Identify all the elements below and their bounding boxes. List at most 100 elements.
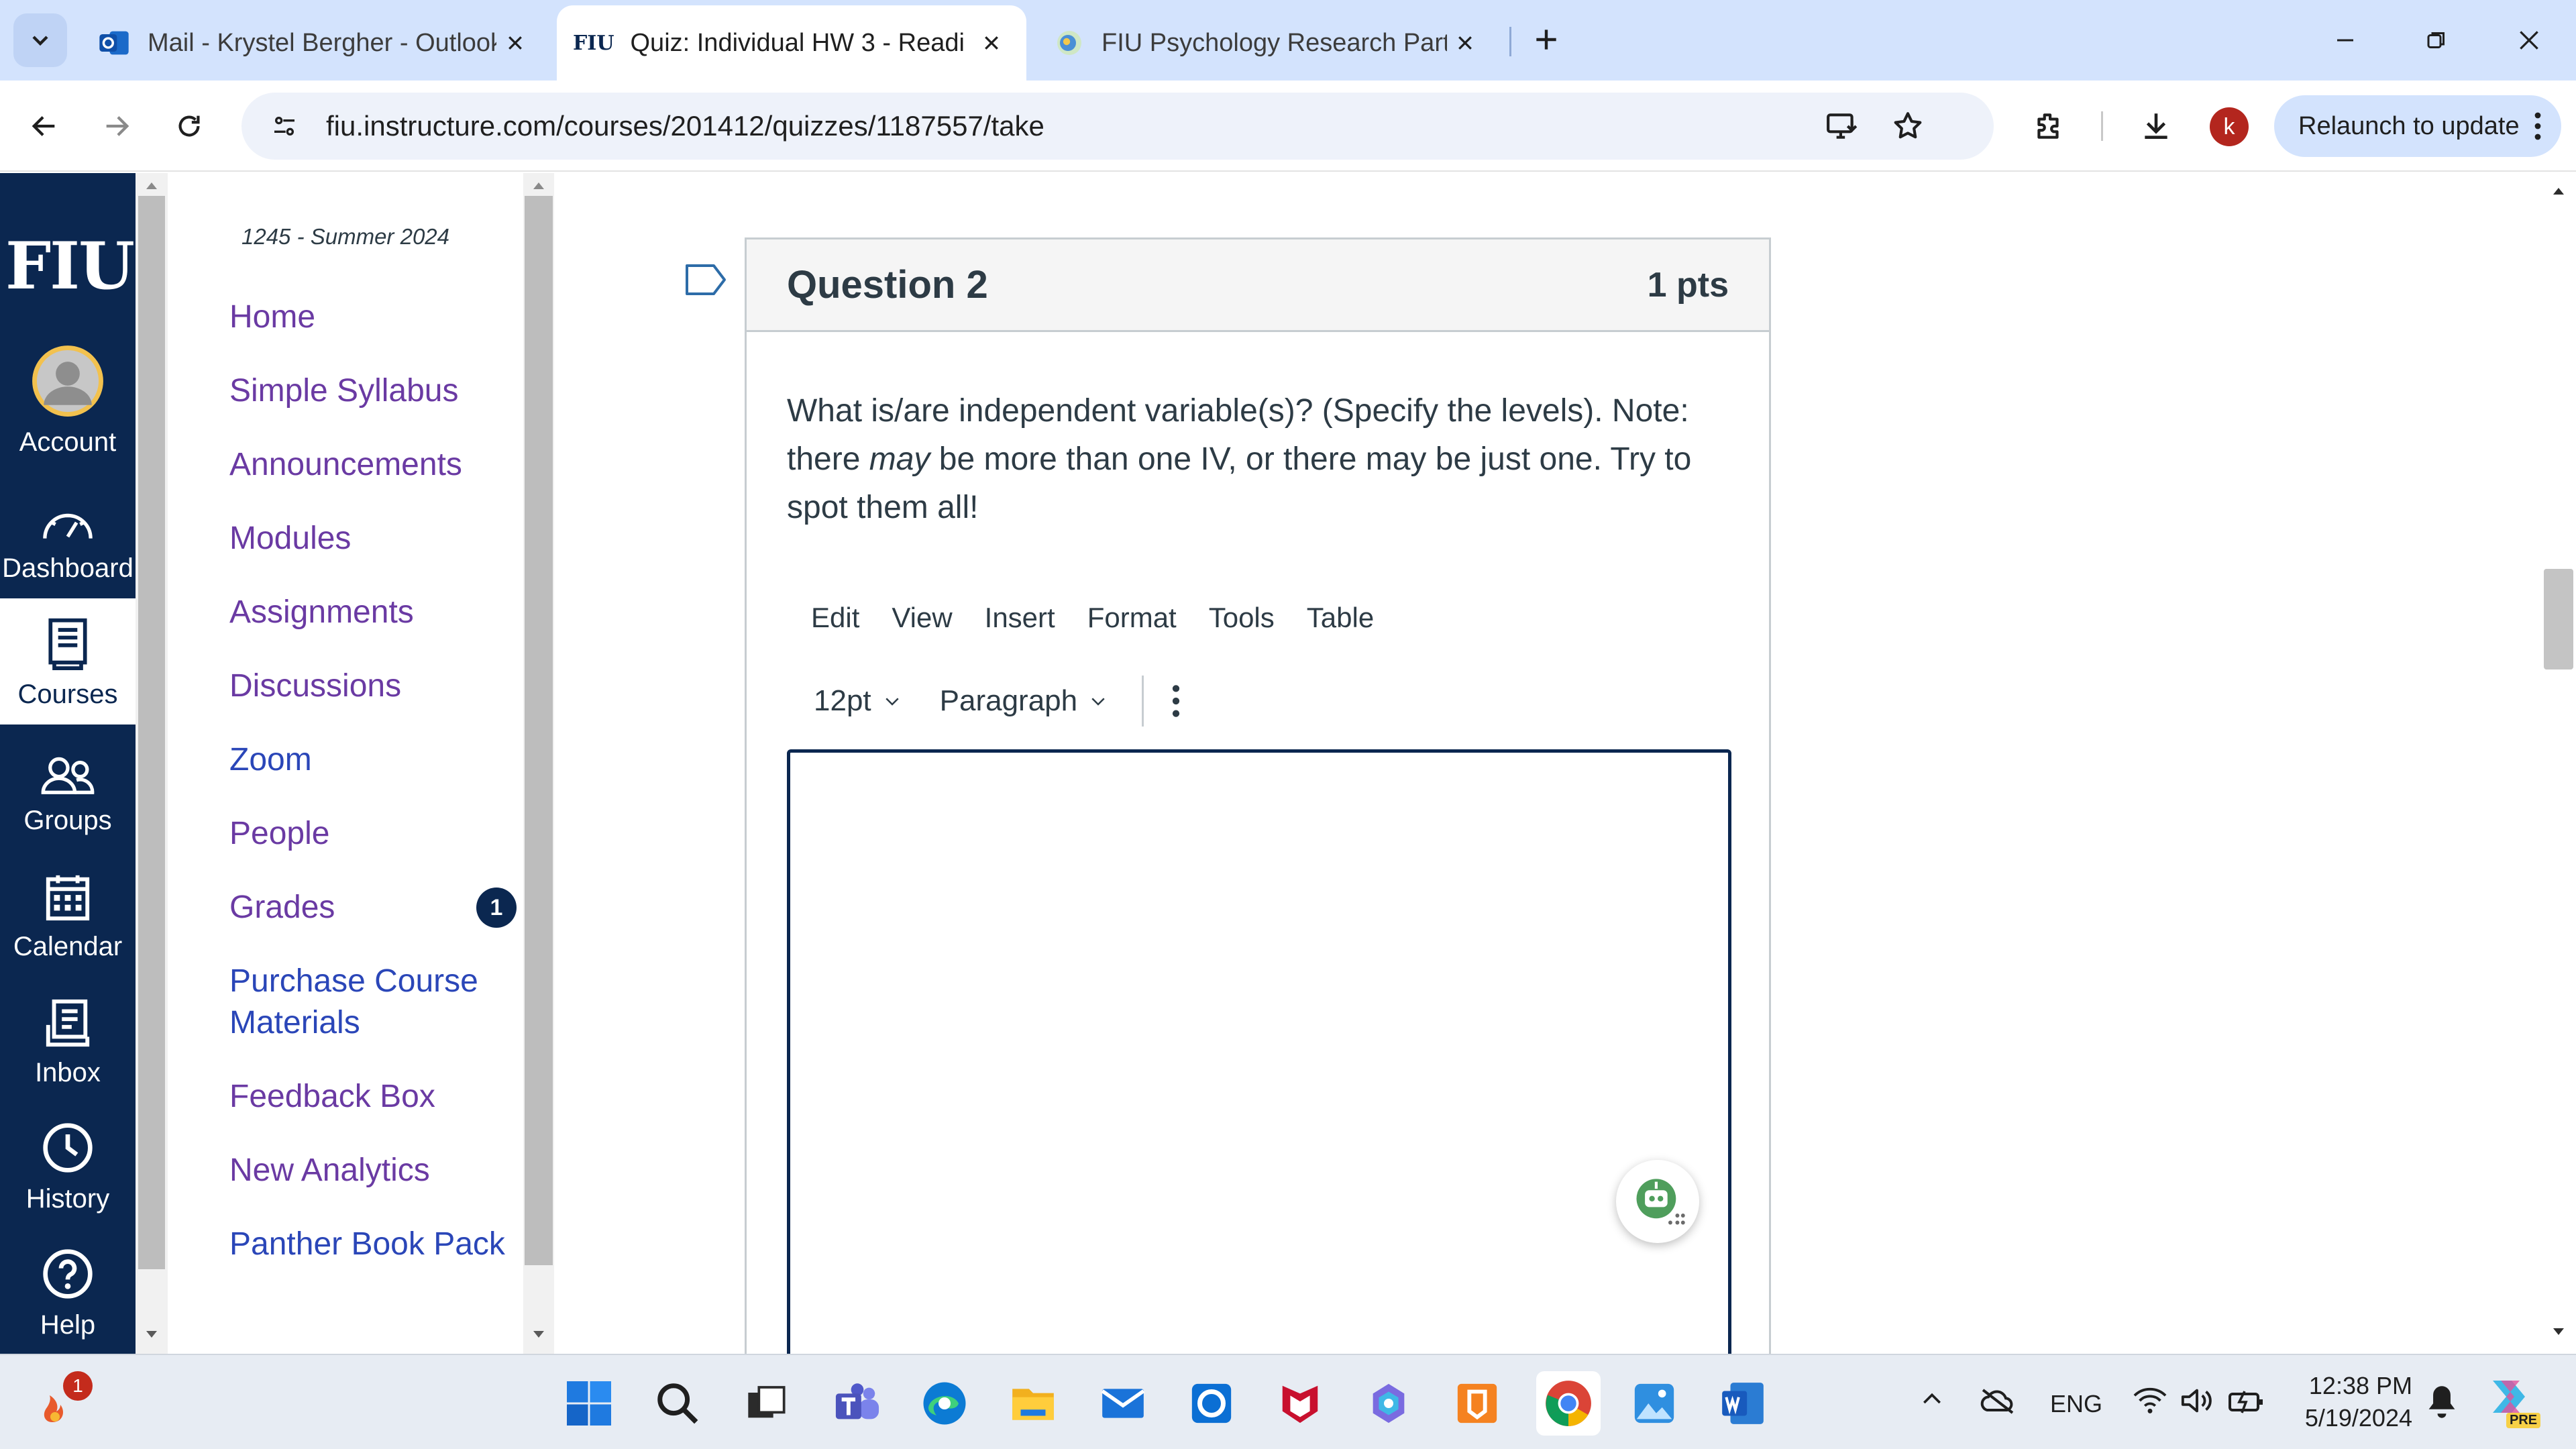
chrome-icon[interactable] xyxy=(1536,1371,1601,1436)
tab-quiz[interactable]: FIU Quiz: Individual HW 3 - Reading xyxy=(557,5,1026,80)
scroll-up-arrow-icon[interactable] xyxy=(144,180,160,191)
course-nav-zoom[interactable]: Zoom xyxy=(229,739,312,781)
scroll-down-arrow-icon[interactable] xyxy=(144,1330,160,1340)
extensions-button[interactable] xyxy=(2023,101,2074,152)
course-nav-grades[interactable]: Grades xyxy=(229,887,335,928)
menu-view[interactable]: View xyxy=(892,602,952,634)
assistant-bot-button[interactable] xyxy=(1616,1160,1699,1243)
scroll-down-arrow-icon[interactable] xyxy=(531,1330,547,1340)
block-format-dropdown[interactable]: Paragraph xyxy=(940,684,1108,718)
minimize-button[interactable] xyxy=(2305,7,2385,74)
wifi-icon[interactable] xyxy=(2133,1386,2167,1415)
copilot-icon[interactable] xyxy=(1360,1375,1417,1432)
account-avatar-icon xyxy=(31,344,105,418)
course-nav-simple-syllabus[interactable]: Simple Syllabus xyxy=(229,370,458,412)
answer-rich-text-editor[interactable] xyxy=(787,749,1731,1354)
search-icon[interactable] xyxy=(649,1375,706,1432)
more-vert-icon[interactable] xyxy=(1171,682,1181,720)
office-icon[interactable] xyxy=(1449,1375,1505,1432)
file-explorer-icon[interactable] xyxy=(1005,1375,1061,1432)
battery-icon[interactable] xyxy=(2227,1386,2265,1415)
fiu-logo[interactable]: FIU xyxy=(5,228,135,304)
site-info-icon[interactable] xyxy=(258,99,311,153)
cortana-icon[interactable] xyxy=(1183,1375,1240,1432)
global-nav-label: Courses xyxy=(17,680,118,709)
course-nav-people[interactable]: People xyxy=(229,813,329,855)
profile-avatar[interactable]: k xyxy=(2210,107,2249,146)
reload-icon xyxy=(178,115,200,137)
close-tab-icon[interactable] xyxy=(973,24,1010,62)
global-nav-courses[interactable]: Courses xyxy=(0,598,136,724)
course-nav-assignments[interactable]: Assignments xyxy=(229,592,414,633)
install-app-icon[interactable] xyxy=(1815,99,1869,153)
course-nav-purchase-course-materials[interactable]: Purchase Course Materials xyxy=(229,961,498,1044)
tab-sona[interactable]: FIU Psychology Research Partici xyxy=(1037,5,1500,80)
scrollbar-thumb[interactable] xyxy=(525,196,553,1265)
menu-edit[interactable]: Edit xyxy=(811,602,859,634)
close-tab-icon[interactable] xyxy=(1447,24,1484,62)
mcafee-icon[interactable] xyxy=(1272,1375,1328,1432)
downloads-button[interactable] xyxy=(2131,101,2182,152)
global-nav-dashboard[interactable]: Dashboard xyxy=(0,472,136,598)
course-nav-feedback-box[interactable]: Feedback Box xyxy=(229,1076,435,1118)
close-tab-icon[interactable] xyxy=(496,24,534,62)
global-nav-help[interactable]: Help xyxy=(0,1229,136,1355)
notification-widget[interactable]: 1 xyxy=(36,1371,93,1429)
course-nav-discussions[interactable]: Discussions xyxy=(229,665,401,707)
course-nav-panther-book-pack[interactable]: Panther Book Pack xyxy=(229,1224,505,1265)
address-bar[interactable]: fiu.instructure.com/courses/201412/quizz… xyxy=(241,93,1994,160)
scroll-up-arrow-icon[interactable] xyxy=(531,180,547,191)
menu-format[interactable]: Format xyxy=(1087,602,1177,634)
tab-outlook[interactable]: Mail - Krystel Bergher - Outlook xyxy=(80,5,550,80)
font-size-dropdown[interactable]: 12pt xyxy=(814,684,902,718)
word-icon[interactable] xyxy=(1715,1375,1771,1432)
teams-icon[interactable] xyxy=(829,1375,885,1432)
global-nav-account[interactable]: Account xyxy=(0,344,136,472)
course-nav-announcements[interactable]: Announcements xyxy=(229,444,462,486)
forward-button[interactable] xyxy=(91,101,142,152)
menu-insert[interactable]: Insert xyxy=(985,602,1055,634)
edge-icon[interactable] xyxy=(916,1375,973,1432)
question-title: Question 2 xyxy=(787,263,988,307)
new-tab-button[interactable] xyxy=(1523,16,1570,63)
menu-table[interactable]: Table xyxy=(1307,602,1374,634)
notification-bell-icon[interactable] xyxy=(2424,1383,2459,1421)
bookmark-star-icon[interactable] xyxy=(1881,99,1935,153)
photos-icon[interactable] xyxy=(1626,1375,1682,1432)
input-language[interactable]: ENG xyxy=(2050,1390,2102,1418)
task-view-icon[interactable] xyxy=(738,1375,794,1432)
volume-icon[interactable] xyxy=(2180,1386,2214,1415)
global-nav-calendar[interactable]: Calendar xyxy=(0,851,136,977)
scrollbar-thumb[interactable] xyxy=(2544,569,2573,669)
more-vert-icon[interactable] xyxy=(2532,110,2544,142)
windows-start-icon[interactable] xyxy=(561,1375,617,1432)
global-nav-scrollbar[interactable] xyxy=(136,173,168,1354)
global-nav-groups[interactable]: Groups xyxy=(0,724,136,851)
course-nav-new-analytics[interactable]: New Analytics xyxy=(229,1150,430,1191)
course-nav-modules[interactable]: Modules xyxy=(229,518,351,559)
back-button[interactable] xyxy=(19,101,70,152)
flag-question-icon[interactable] xyxy=(684,263,727,297)
scroll-down-arrow-icon[interactable] xyxy=(2551,1327,2567,1338)
show-hidden-icons-button[interactable] xyxy=(1919,1386,1945,1413)
course-nav-home[interactable]: Home xyxy=(229,297,315,338)
page-scrollbar[interactable] xyxy=(2541,173,2576,1354)
restore-button[interactable] xyxy=(2396,7,2477,74)
course-nav-scrollbar[interactable] xyxy=(523,173,554,1354)
scroll-up-arrow-icon[interactable] xyxy=(2551,185,2567,196)
copilot-preview-button[interactable]: PRE xyxy=(2482,1375,2542,1436)
global-nav-inbox[interactable]: Inbox xyxy=(0,977,136,1103)
onedrive-offline-icon[interactable] xyxy=(1979,1386,2017,1415)
mail-icon[interactable] xyxy=(1095,1375,1151,1432)
course-navigation: 1245 - Summer 2024 Home Simple Syllabus … xyxy=(168,173,523,1354)
system-clock[interactable]: 12:38 PM 5/19/2024 xyxy=(2292,1370,2412,1434)
scrollbar-thumb[interactable] xyxy=(138,196,165,1269)
menu-tools[interactable]: Tools xyxy=(1209,602,1275,634)
robot-icon xyxy=(1636,1179,1685,1225)
close-window-button[interactable] xyxy=(2489,7,2569,74)
tab-search-button[interactable] xyxy=(13,13,67,67)
global-nav-history[interactable]: History xyxy=(0,1103,136,1229)
fiu-favicon: FIU xyxy=(573,31,614,55)
relaunch-to-update-button[interactable]: Relaunch to update xyxy=(2274,95,2561,157)
reload-button[interactable] xyxy=(164,101,215,152)
